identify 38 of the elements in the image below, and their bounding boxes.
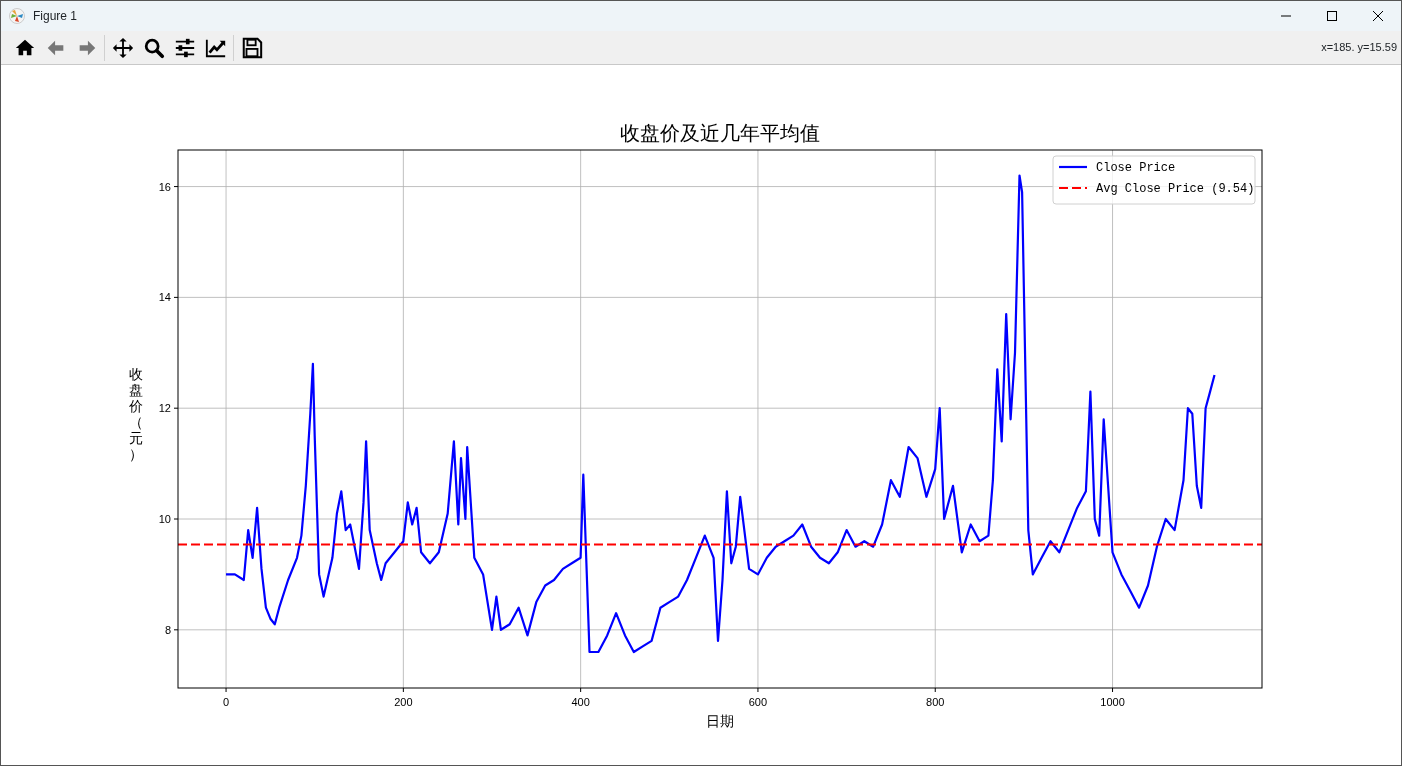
move-icon xyxy=(111,36,134,59)
window-title: Figure 1 xyxy=(33,8,78,25)
legend-line-swatch xyxy=(1059,165,1087,169)
search-icon xyxy=(142,36,165,59)
y-tick-label: 14 xyxy=(158,291,171,304)
x-tick-label: 800 xyxy=(926,696,945,708)
cursor-coordinates: x=185. y=15.59 xyxy=(1321,40,1397,56)
x-tick xyxy=(934,687,936,693)
sliders-icon xyxy=(173,36,196,59)
legend-label: Close Price xyxy=(1096,161,1176,175)
y-tick-label: 12 xyxy=(158,402,171,415)
x-tick xyxy=(757,687,759,693)
y-tick xyxy=(173,186,179,188)
x-tick xyxy=(1112,687,1114,693)
x-tick-label: 0 xyxy=(223,696,230,708)
x-tick-label: 200 xyxy=(394,696,413,708)
y-axis-label: 收盘价（元） xyxy=(129,366,143,462)
legend-line-swatch xyxy=(1059,186,1087,190)
y-tick-label: 10 xyxy=(158,513,171,525)
save-icon xyxy=(240,36,263,59)
y-tick xyxy=(173,518,179,520)
maximize-icon xyxy=(1327,11,1337,21)
close-icon xyxy=(1373,11,1383,21)
x-tick-label: 400 xyxy=(571,696,590,708)
x-tick-label: 600 xyxy=(748,696,768,708)
y-tick-label: 16 xyxy=(158,180,171,193)
y-tick xyxy=(173,296,179,298)
x-tick xyxy=(225,687,227,693)
chart-title: 收盘价及近几年平均值 xyxy=(620,121,820,145)
legend-label: Avg Close Price (9.54) xyxy=(1096,182,1255,196)
x-axis-label: 日期 xyxy=(706,713,734,729)
app-icon xyxy=(9,8,25,24)
y-tick xyxy=(173,629,179,631)
y-tick-label: 8 xyxy=(164,623,171,636)
x-tick-label: 1000 xyxy=(1100,696,1125,708)
x-tick xyxy=(580,687,582,693)
y-tick xyxy=(173,407,179,409)
x-tick xyxy=(402,687,404,693)
